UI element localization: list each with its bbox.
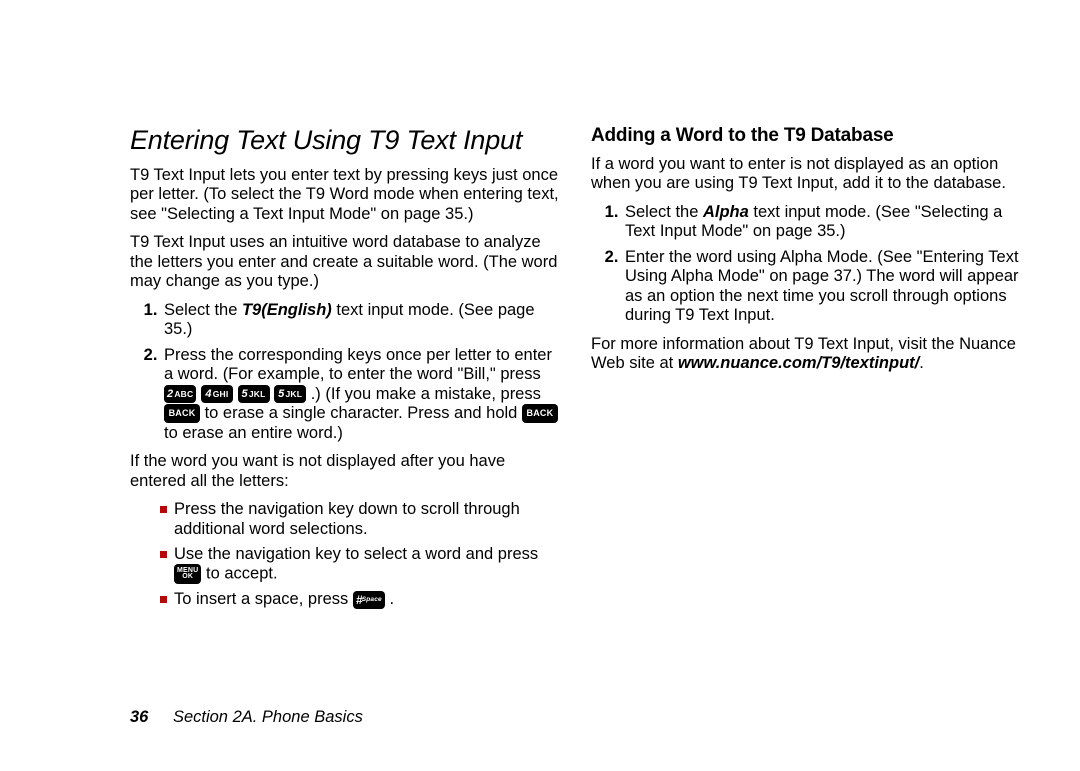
step-item: Enter the word using Alpha Mode. (See "E… xyxy=(623,248,1022,326)
bullet-item: To insert a space, press #Space . xyxy=(160,590,561,609)
step-item: Select the T9(English) text input mode. … xyxy=(162,301,561,340)
key-5jkl-icon: 5JKL xyxy=(238,385,270,403)
key-5jkl-icon: 5JKL xyxy=(274,385,306,403)
mode-name: Alpha xyxy=(703,203,749,221)
key-2abc-icon: 2ABC xyxy=(164,385,196,403)
ordered-steps: Select the Alpha text input mode. (See "… xyxy=(591,203,1022,326)
step-item: Press the corresponding keys once per le… xyxy=(162,346,561,443)
paragraph: If a word you want to enter is not displ… xyxy=(591,155,1022,194)
key-back-icon: BACK xyxy=(522,404,558,423)
key-4ghi-icon: 4GHI xyxy=(201,385,233,403)
page-number: 36 xyxy=(130,708,148,726)
section-title: Section 2A. Phone Basics xyxy=(173,708,363,726)
manual-page: Entering Text Using T9 Text Input T9 Tex… xyxy=(0,0,1080,771)
paragraph: If the word you want is not displayed af… xyxy=(130,452,561,491)
left-column: Entering Text Using T9 Text Input T9 Tex… xyxy=(130,125,561,731)
key-menu-ok-icon: MENUOK xyxy=(174,564,201,584)
ordered-steps: Select the T9(English) text input mode. … xyxy=(130,301,561,443)
heading-t9-entering: Entering Text Using T9 Text Input xyxy=(130,125,561,156)
paragraph: T9 Text Input uses an intuitive word dat… xyxy=(130,233,561,291)
external-url: www.nuance.com/T9/textinput/ xyxy=(678,354,919,372)
page-footer: 36 Section 2A. Phone Basics xyxy=(130,708,363,727)
bullet-item: Press the navigation key down to scroll … xyxy=(160,500,561,539)
right-column: Adding a Word to the T9 Database If a wo… xyxy=(591,125,1022,731)
bullet-item: Use the navigation key to select a word … xyxy=(160,545,561,584)
paragraph: For more information about T9 Text Input… xyxy=(591,335,1022,374)
key-back-icon: BACK xyxy=(164,404,200,423)
step-item: Select the Alpha text input mode. (See "… xyxy=(623,203,1022,242)
heading-t9-database: Adding a Word to the T9 Database xyxy=(591,125,1022,147)
bullet-list: Press the navigation key down to scroll … xyxy=(130,500,561,610)
paragraph: T9 Text Input lets you enter text by pre… xyxy=(130,166,561,224)
mode-name: T9(English) xyxy=(242,301,332,319)
key-hash-space-icon: #Space xyxy=(353,591,385,609)
